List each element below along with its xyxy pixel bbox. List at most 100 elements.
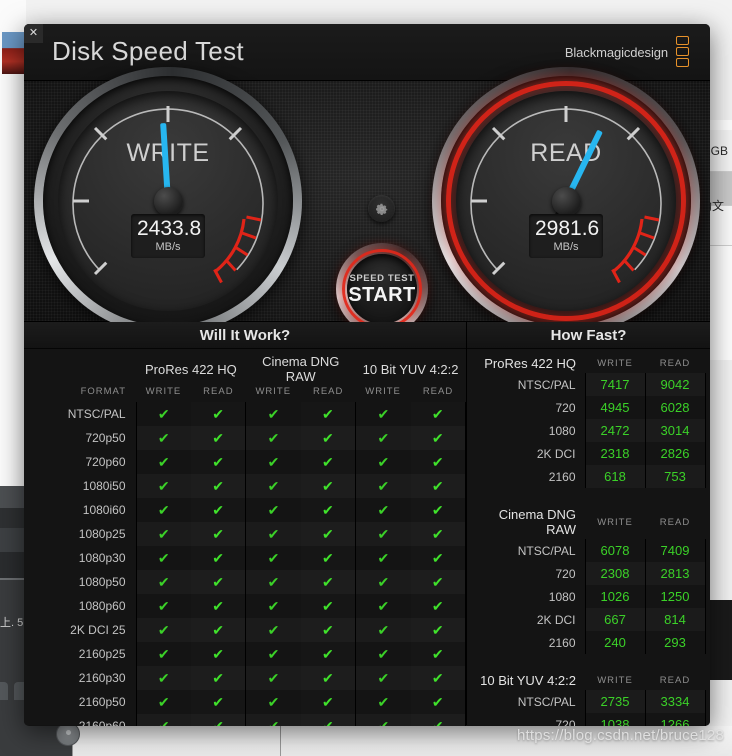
check-icon: ✔ <box>245 426 301 450</box>
check-icon: ✔ <box>136 546 191 570</box>
spacer-cell <box>705 585 710 608</box>
subheader-read: READ <box>312 386 344 397</box>
read-speed-value: 6028 <box>644 396 706 419</box>
resolution-label: 1080 <box>467 419 586 442</box>
how-fast-body: ProRes 422 HQ WRITE READ NTSC/PAL 7417 9042 72… <box>467 349 710 726</box>
check-icon: ✔ <box>300 498 357 522</box>
resolution-label: 720 <box>467 396 586 419</box>
section-name: ProRes 422 HQ <box>484 356 576 371</box>
format-label: 2160p50 <box>24 690 137 714</box>
check-icon: ✔ <box>245 402 301 426</box>
background-strip <box>0 528 26 552</box>
check-icon: ✔ <box>190 498 247 522</box>
check-icon: ✔ <box>136 642 191 666</box>
spacer-cell <box>705 539 710 562</box>
table-row: 2K DCI 25 ✔ ✔ ✔ ✔ ✔ ✔ <box>24 618 466 642</box>
background-strip <box>0 552 26 578</box>
check-icon: ✔ <box>300 666 357 690</box>
check-icon: ✔ <box>190 594 247 618</box>
check-icon: ✔ <box>355 690 411 714</box>
disk-speed-test-window: ✕ Disk Speed Test Blackmagicdesign 2433.… <box>24 24 710 726</box>
resolution-label: NTSC/PAL <box>467 373 586 396</box>
start-button-face: SPEED TEST START <box>347 254 417 324</box>
start-button-line2: START <box>348 283 416 306</box>
table-row: 720p50 ✔ ✔ ✔ ✔ ✔ ✔ <box>24 426 466 450</box>
subheader-read: READ <box>203 386 234 397</box>
how-fast-panel: How Fast? ProRes 422 HQ WRITE READ NTSC/PAL… <box>467 322 710 726</box>
read-speed-value: 814 <box>644 608 706 631</box>
will-it-work-body: NTSC/PAL ✔ ✔ ✔ ✔ ✔ ✔ 720p50 ✔ ✔ ✔ ✔ ✔ ✔ 720p60 ✔ ✔ ✔ ✔ ✔ ✔ 10… <box>24 402 466 726</box>
app-title: Disk Speed Test <box>52 36 244 66</box>
section-name: Cinema DNG RAW <box>498 507 576 537</box>
table-row: 1080i60 ✔ ✔ ✔ ✔ ✔ ✔ <box>24 498 466 522</box>
read-speed-value: 293 <box>644 631 706 654</box>
read-readout: 2981.6 MB/s <box>529 214 603 259</box>
subheader-write: WRITE <box>145 386 182 397</box>
how-fast-section-header: Cinema DNG RAW WRITE READ <box>467 500 710 539</box>
check-icon: ✔ <box>136 426 191 450</box>
check-icon: ✔ <box>245 450 301 474</box>
will-it-work-table: ProRes 422 HQ Cinema DNG RAW 10 Bit YUV … <box>24 349 466 726</box>
check-icon: ✔ <box>300 426 357 450</box>
check-icon: ✔ <box>300 450 357 474</box>
close-icon[interactable]: ✕ <box>24 24 43 43</box>
check-icon: ✔ <box>355 642 411 666</box>
will-it-work-subheader-row: FORMAT WRITE READ WRITE READ WRITE READ <box>24 384 466 402</box>
check-icon: ✔ <box>245 522 301 546</box>
background-bottom-divider <box>280 726 281 756</box>
check-icon: ✔ <box>355 402 411 426</box>
check-icon: ✔ <box>190 618 247 642</box>
check-icon: ✔ <box>190 426 247 450</box>
resolution-label: 2160 <box>467 465 586 488</box>
subheader-write: WRITE <box>255 386 292 397</box>
subheader-read: READ <box>659 675 691 686</box>
read-speed-value: 3334 <box>644 690 706 713</box>
group-header-yuv: 10 Bit YUV 4:2:2 <box>362 361 459 377</box>
write-speed-value: 1038 <box>600 717 630 726</box>
read-needle-hub <box>551 186 581 216</box>
how-fast-section-header: ProRes 422 HQ WRITE READ <box>467 349 710 373</box>
check-icon: ✔ <box>136 522 191 546</box>
table-row: 720p60 ✔ ✔ ✔ ✔ ✔ ✔ <box>24 450 466 474</box>
table-row: 1080 1026 1250 <box>467 585 710 608</box>
check-icon: ✔ <box>245 474 301 498</box>
table-row: 2160p60 ✔ ✔ ✔ ✔ ✔ ✔ <box>24 714 466 726</box>
table-row: 2160p50 ✔ ✔ ✔ ✔ ✔ ✔ <box>24 690 466 714</box>
check-icon: ✔ <box>136 690 191 714</box>
check-icon: ✔ <box>300 594 357 618</box>
background-divider <box>0 578 26 580</box>
resolution-label: 720 <box>467 562 586 585</box>
table-row: 2160 240 293 <box>467 631 710 654</box>
check-icon: ✔ <box>410 474 466 498</box>
check-icon: ✔ <box>300 546 357 570</box>
check-icon: ✔ <box>190 450 247 474</box>
check-icon: ✔ <box>190 546 247 570</box>
check-icon: ✔ <box>300 474 357 498</box>
table-row: 1080p50 ✔ ✔ ✔ ✔ ✔ ✔ <box>24 570 466 594</box>
check-icon: ✔ <box>355 714 411 726</box>
check-icon: ✔ <box>355 546 411 570</box>
format-label: 1080p60 <box>24 594 137 618</box>
check-icon: ✔ <box>136 714 191 726</box>
check-icon: ✔ <box>190 570 247 594</box>
settings-button[interactable] <box>368 195 395 222</box>
check-icon: ✔ <box>190 474 247 498</box>
spacer-cell <box>705 608 710 631</box>
spacer-cell <box>705 396 710 419</box>
check-icon: ✔ <box>355 450 411 474</box>
check-icon: ✔ <box>245 570 301 594</box>
write-speed-value: 618 <box>585 465 645 488</box>
check-icon: ✔ <box>410 522 466 546</box>
check-icon: ✔ <box>410 402 466 426</box>
check-icon: ✔ <box>190 642 247 666</box>
check-icon: ✔ <box>410 642 466 666</box>
how-fast-section-header: 10 Bit YUV 4:2:2 WRITE READ <box>467 666 710 690</box>
read-speed-value: 1250 <box>644 585 706 608</box>
resolution-label: 2K DCI <box>467 442 586 465</box>
check-icon: ✔ <box>190 714 247 726</box>
group-header-prores: ProRes 422 HQ <box>145 361 237 377</box>
write-speed-value: 2308 <box>585 562 645 585</box>
check-icon: ✔ <box>410 546 466 570</box>
table-row: NTSC/PAL 6078 7409 <box>467 539 710 562</box>
brand-name: Blackmagicdesign <box>564 45 668 60</box>
